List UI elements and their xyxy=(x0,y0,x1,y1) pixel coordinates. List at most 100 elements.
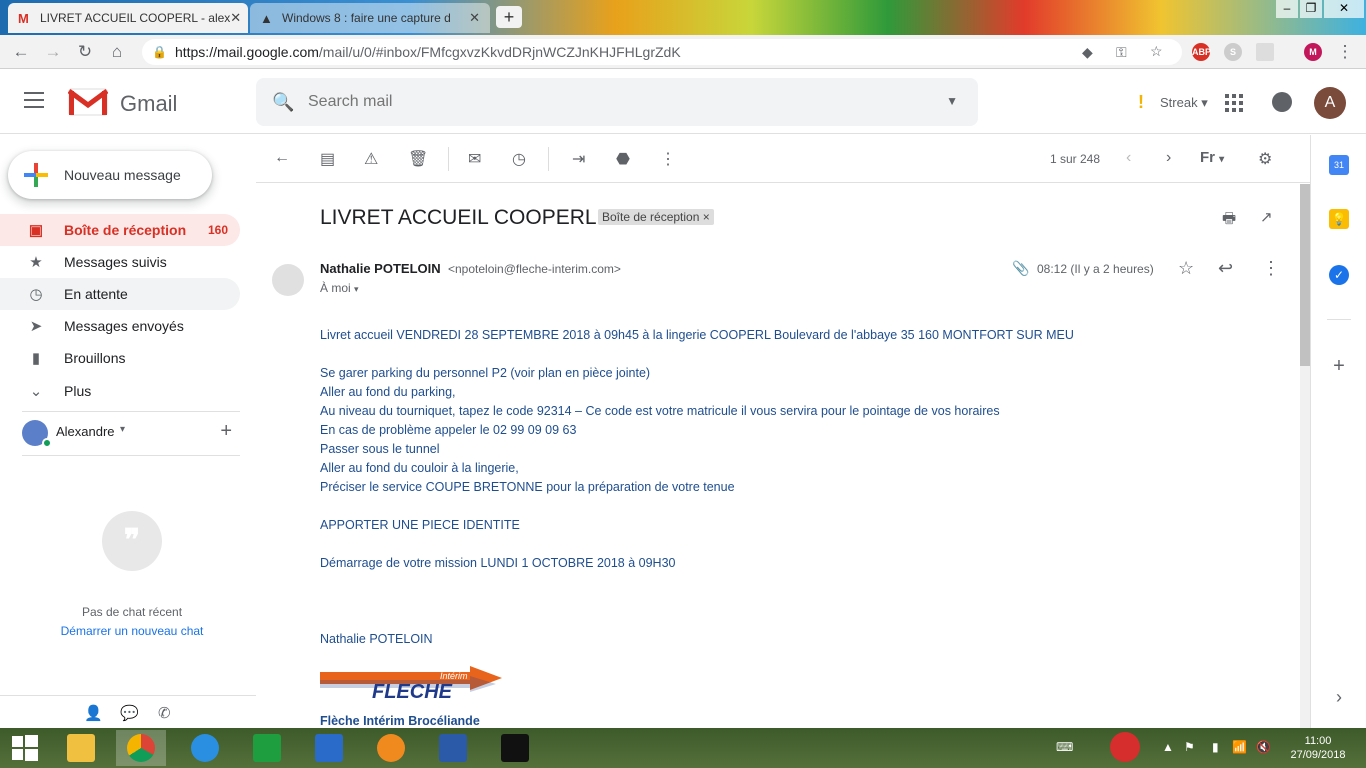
apps-grid-icon[interactable] xyxy=(1225,94,1243,112)
remove-label-icon[interactable]: × xyxy=(703,210,710,224)
gmail-logo-text: Gmail xyxy=(120,91,178,116)
url-field[interactable]: 🔒 https://mail.google.com/mail/u/0/#inbo… xyxy=(142,39,1182,65)
label-icon[interactable]: ⬣ xyxy=(616,149,630,169)
new-tab-button[interactable]: + xyxy=(496,6,522,28)
home-button[interactable]: ⌂ xyxy=(106,42,128,62)
cast-icon[interactable]: ◆ xyxy=(1082,44,1093,61)
back-arrow-icon[interactable]: ← xyxy=(274,149,290,167)
star-icon: ★ xyxy=(29,254,43,271)
adblock-extension-icon[interactable]: ABP xyxy=(1192,43,1211,61)
s-extension-icon[interactable]: S xyxy=(1224,43,1242,61)
chrome-icon[interactable] xyxy=(116,730,166,766)
search-bar[interactable]: 🔍 ▼ xyxy=(256,78,978,126)
body-line: Préciser le service COUPE BRETONNE pour … xyxy=(320,480,735,494)
extension-icon[interactable] xyxy=(1256,43,1274,61)
clock[interactable]: 11:00 27/09/2018 xyxy=(1278,734,1358,762)
sidebar-item-starred[interactable]: ★ Messages suivis xyxy=(0,246,240,278)
back-button[interactable]: ← xyxy=(10,42,32,62)
store-icon[interactable] xyxy=(242,730,292,766)
start-chat-link[interactable]: Démarrer un nouveau chat xyxy=(0,624,264,638)
language-selector[interactable]: Fr ▾ xyxy=(1200,149,1224,166)
file-explorer-icon[interactable] xyxy=(56,730,106,766)
sidebar-item-snoozed[interactable]: ◷ En attente xyxy=(0,278,240,310)
tab-windows8[interactable]: ▲ Windows 8 : faire une capture d ✕ xyxy=(250,3,490,33)
message-toolbar: ← ▤ ⚠ 🗑 ✉ ◷ ⇥ ⬣ ⋮ 1 sur 248 ‹ › Fr ▾ ⚙ xyxy=(256,135,1310,183)
add-contact-icon[interactable]: + xyxy=(220,420,232,443)
forward-button[interactable]: → xyxy=(42,42,64,62)
sidebar: Nouveau message ▣ Boîte de réception 160… xyxy=(0,135,256,728)
delete-icon[interactable]: 🗑 xyxy=(408,149,428,169)
tab-gmail[interactable]: M LIVRET ACCUEIL COOPERL - alex ✕ xyxy=(8,3,248,33)
browser-menu-icon[interactable]: ⋮ xyxy=(1334,42,1356,62)
notifications-icon[interactable] xyxy=(1272,92,1292,112)
search-input[interactable] xyxy=(308,90,908,114)
sidebar-item-more[interactable]: ⌄ Plus xyxy=(0,375,240,407)
inbox-icon: ▣ xyxy=(28,222,44,239)
phone-icon[interactable]: ✆ xyxy=(158,704,171,722)
archive-icon[interactable]: ▤ xyxy=(320,149,335,169)
network-icon[interactable]: 📶 xyxy=(1232,740,1247,754)
internet-explorer-icon[interactable] xyxy=(180,730,230,766)
volume-icon[interactable]: 🔇 xyxy=(1256,740,1271,754)
calendar-icon[interactable]: 31 xyxy=(1329,155,1349,175)
settings-gear-icon[interactable]: ⚙ xyxy=(1258,149,1272,169)
add-addon-icon[interactable]: + xyxy=(1329,355,1349,377)
flag-icon[interactable]: ⚑ xyxy=(1184,740,1195,754)
mark-unread-icon[interactable]: ✉ xyxy=(468,149,481,169)
star-icon[interactable]: ☆ xyxy=(1178,258,1194,279)
hangouts-user[interactable]: Alexandre ▾ + xyxy=(22,420,240,456)
chat-bubble-icon[interactable]: 💬 xyxy=(120,704,139,722)
person-icon[interactable]: 👤 xyxy=(84,704,103,722)
start-button[interactable] xyxy=(0,730,50,766)
sidebar-item-inbox[interactable]: ▣ Boîte de réception 160 xyxy=(0,214,240,246)
webstorm-icon[interactable] xyxy=(490,730,540,766)
powershell-icon[interactable] xyxy=(428,730,478,766)
reply-icon[interactable]: ↩ xyxy=(1218,258,1233,279)
streak-menu[interactable]: Streak ▾ xyxy=(1160,95,1208,111)
keyboard-icon[interactable]: ⌨ xyxy=(1056,740,1073,754)
more-vert-icon[interactable]: ⋮ xyxy=(1262,258,1280,279)
move-to-icon[interactable]: ⇥ xyxy=(572,149,585,169)
label-chip[interactable]: Boîte de réception × xyxy=(598,209,714,225)
divider xyxy=(22,455,240,456)
print-icon[interactable]: 🖶 xyxy=(1222,208,1236,233)
battery-icon[interactable]: ▮ xyxy=(1212,740,1219,754)
maximize-button[interactable]: ❐ xyxy=(1300,0,1322,18)
next-icon[interactable]: › xyxy=(1166,149,1171,167)
compose-plus-icon xyxy=(24,163,48,187)
tasks-icon[interactable]: ✓ xyxy=(1329,265,1349,285)
compose-button[interactable]: Nouveau message xyxy=(8,151,212,199)
expand-panel-icon[interactable]: › xyxy=(1329,687,1349,707)
profile-extension-icon[interactable]: M xyxy=(1304,43,1322,61)
previous-icon[interactable]: ‹ xyxy=(1126,149,1131,167)
streak-alert-icon[interactable]: ! xyxy=(1138,92,1144,113)
sidebar-item-drafts[interactable]: ▮ Brouillons xyxy=(0,342,240,374)
recipient-dropdown[interactable]: À moi ▾ xyxy=(320,281,359,295)
send-icon: ➤ xyxy=(29,318,43,335)
search-options-icon[interactable]: ▼ xyxy=(946,94,958,108)
open-new-window-icon[interactable]: ↗ xyxy=(1260,208,1273,226)
show-hidden-icons[interactable]: ▲ xyxy=(1162,740,1174,754)
more-vert-icon[interactable]: ⋮ xyxy=(660,149,676,169)
keep-icon[interactable]: 💡 xyxy=(1329,209,1349,229)
settings-app-icon[interactable] xyxy=(366,730,416,766)
bookmark-star-icon[interactable]: ☆ xyxy=(1150,43,1163,60)
account-avatar[interactable]: A xyxy=(1314,87,1346,119)
scrollbar[interactable] xyxy=(1300,184,1310,728)
search-icon[interactable]: 🔍 xyxy=(272,92,294,113)
close-icon[interactable]: ✕ xyxy=(469,10,480,26)
app-tray-icon[interactable] xyxy=(1110,732,1140,762)
main-menu-icon[interactable] xyxy=(24,92,44,108)
scrollbar-thumb[interactable] xyxy=(1300,184,1310,366)
lenovo-icon[interactable] xyxy=(304,730,354,766)
close-window-button[interactable]: ✕ xyxy=(1324,0,1364,18)
report-spam-icon[interactable]: ⚠ xyxy=(364,149,378,169)
snooze-icon[interactable]: ◷ xyxy=(512,149,526,169)
minimize-button[interactable]: – xyxy=(1276,0,1298,18)
user-dropdown-icon[interactable]: ▾ xyxy=(120,424,125,435)
reload-button[interactable]: ↻ xyxy=(74,42,96,62)
key-icon[interactable]: ⚿ xyxy=(1116,44,1127,61)
sidebar-item-sent[interactable]: ➤ Messages envoyés xyxy=(0,310,240,342)
draft-icon: ▮ xyxy=(31,350,41,367)
close-icon[interactable]: ✕ xyxy=(230,10,241,26)
